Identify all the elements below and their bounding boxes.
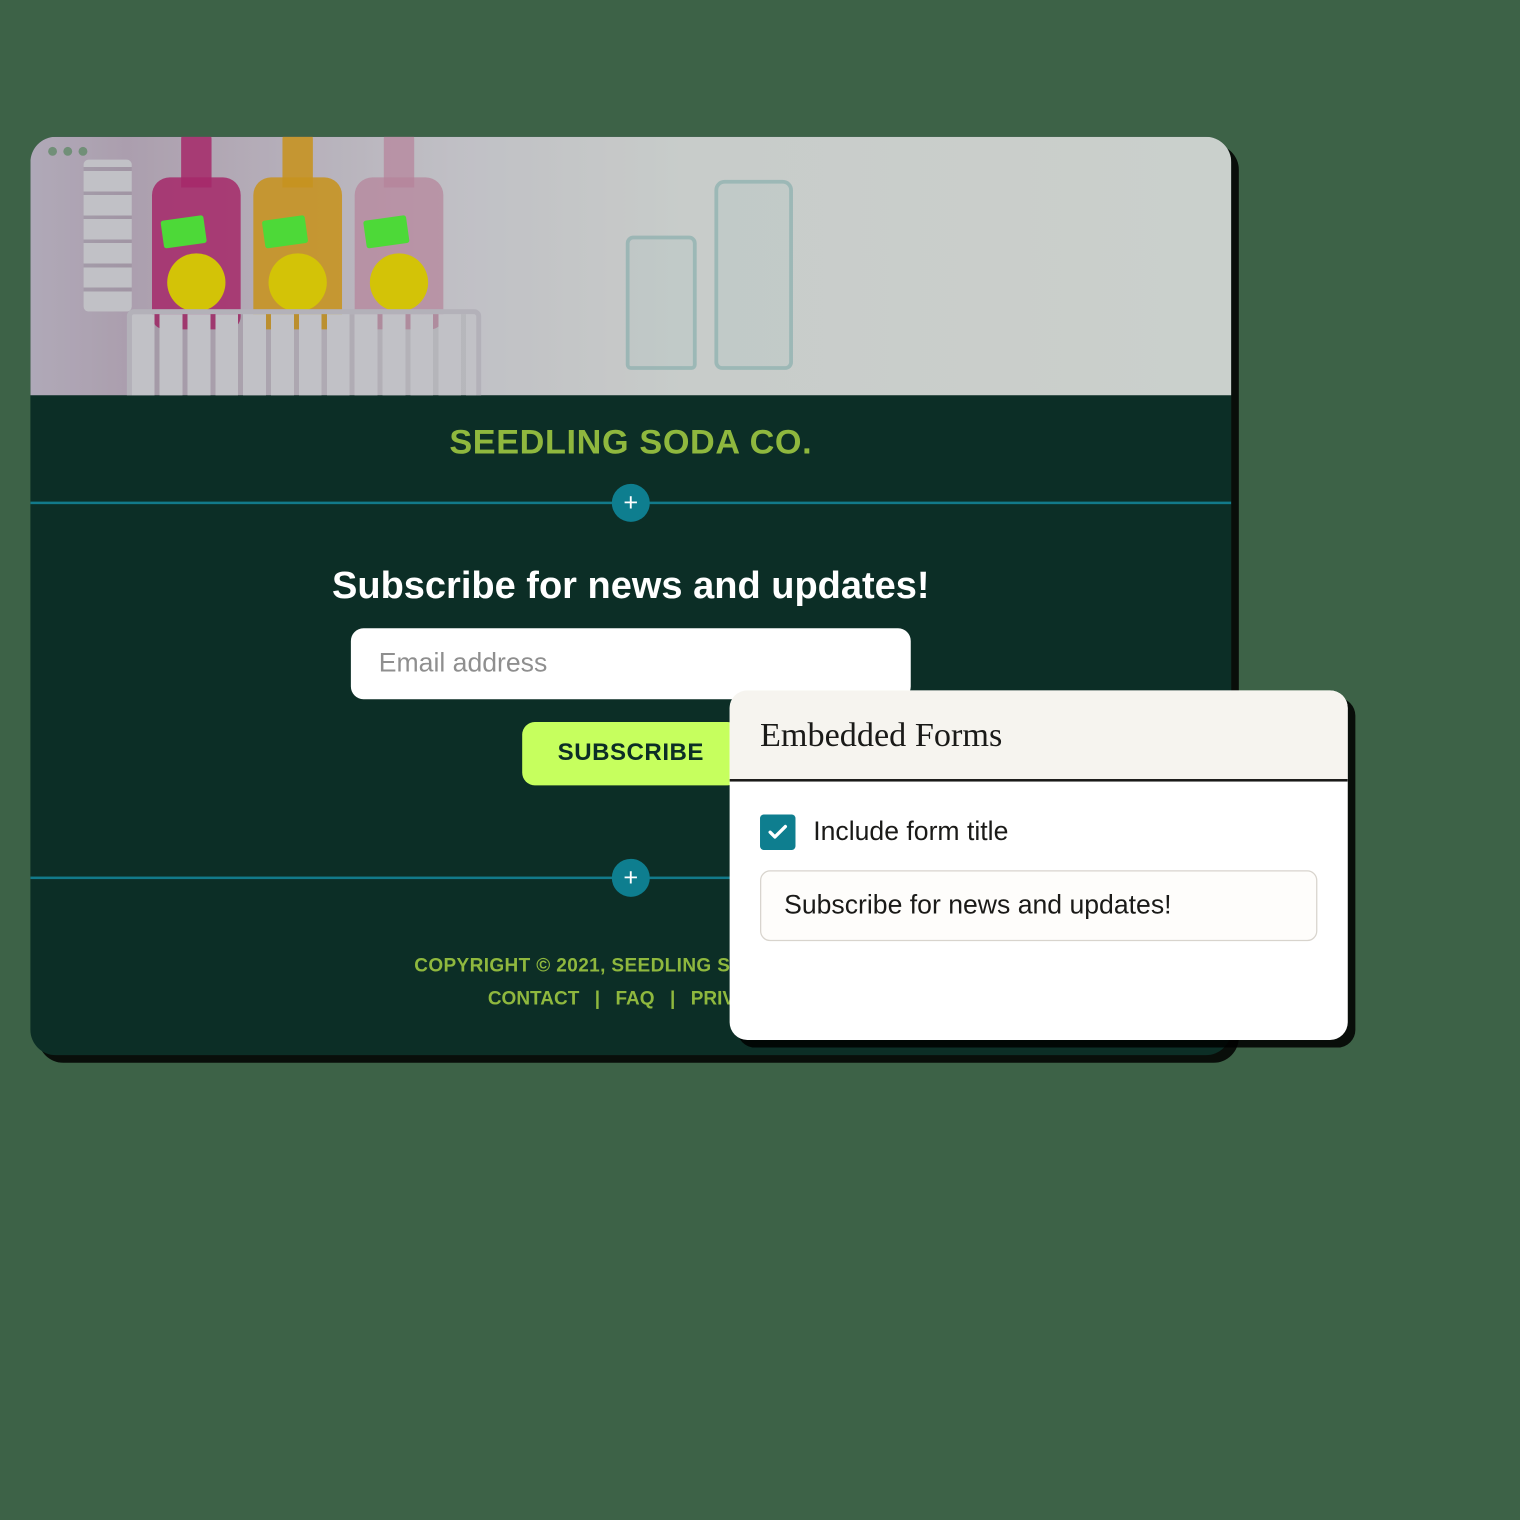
- window-dot-icon: [63, 146, 72, 155]
- crate-decor: [127, 309, 482, 395]
- embedded-forms-panel: Embedded Forms Include form title: [730, 690, 1348, 1040]
- subscribe-button[interactable]: SUBSCRIBE: [522, 722, 739, 785]
- add-section-button[interactable]: +: [612, 484, 650, 522]
- checkbox-checked-icon[interactable]: [760, 814, 795, 849]
- plus-icon: +: [623, 488, 638, 517]
- glass-icon: [714, 180, 793, 370]
- form-title-input[interactable]: [760, 870, 1317, 941]
- window-dot-icon: [79, 146, 88, 155]
- footer-separator: |: [665, 988, 680, 1010]
- brand-title: SEEDLING SODA CO.: [30, 423, 1231, 462]
- panel-body: Include form title: [730, 782, 1348, 975]
- footer-link-faq[interactable]: FAQ: [610, 988, 659, 1010]
- panel-title: Embedded Forms: [730, 690, 1348, 781]
- section-divider: +: [30, 502, 1231, 505]
- plus-icon: +: [623, 863, 638, 892]
- include-title-option[interactable]: Include form title: [760, 814, 1317, 849]
- footer-separator: |: [590, 988, 605, 1010]
- bottle-icon: [355, 137, 444, 330]
- subscribe-heading: Subscribe for news and updates!: [30, 565, 1231, 608]
- browser-chrome: [30, 137, 1231, 165]
- window-dot-icon: [48, 146, 57, 155]
- email-input[interactable]: [351, 628, 911, 699]
- checkbox-label: Include form title: [813, 817, 1008, 847]
- add-section-button[interactable]: +: [612, 859, 650, 897]
- footer-link-contact[interactable]: CONTACT: [483, 988, 585, 1010]
- hero-image: [30, 137, 1231, 395]
- crate-decor: [84, 160, 132, 312]
- bottle-icon: [152, 137, 241, 330]
- bottle-icon: [253, 137, 342, 330]
- glass-icon: [626, 236, 697, 370]
